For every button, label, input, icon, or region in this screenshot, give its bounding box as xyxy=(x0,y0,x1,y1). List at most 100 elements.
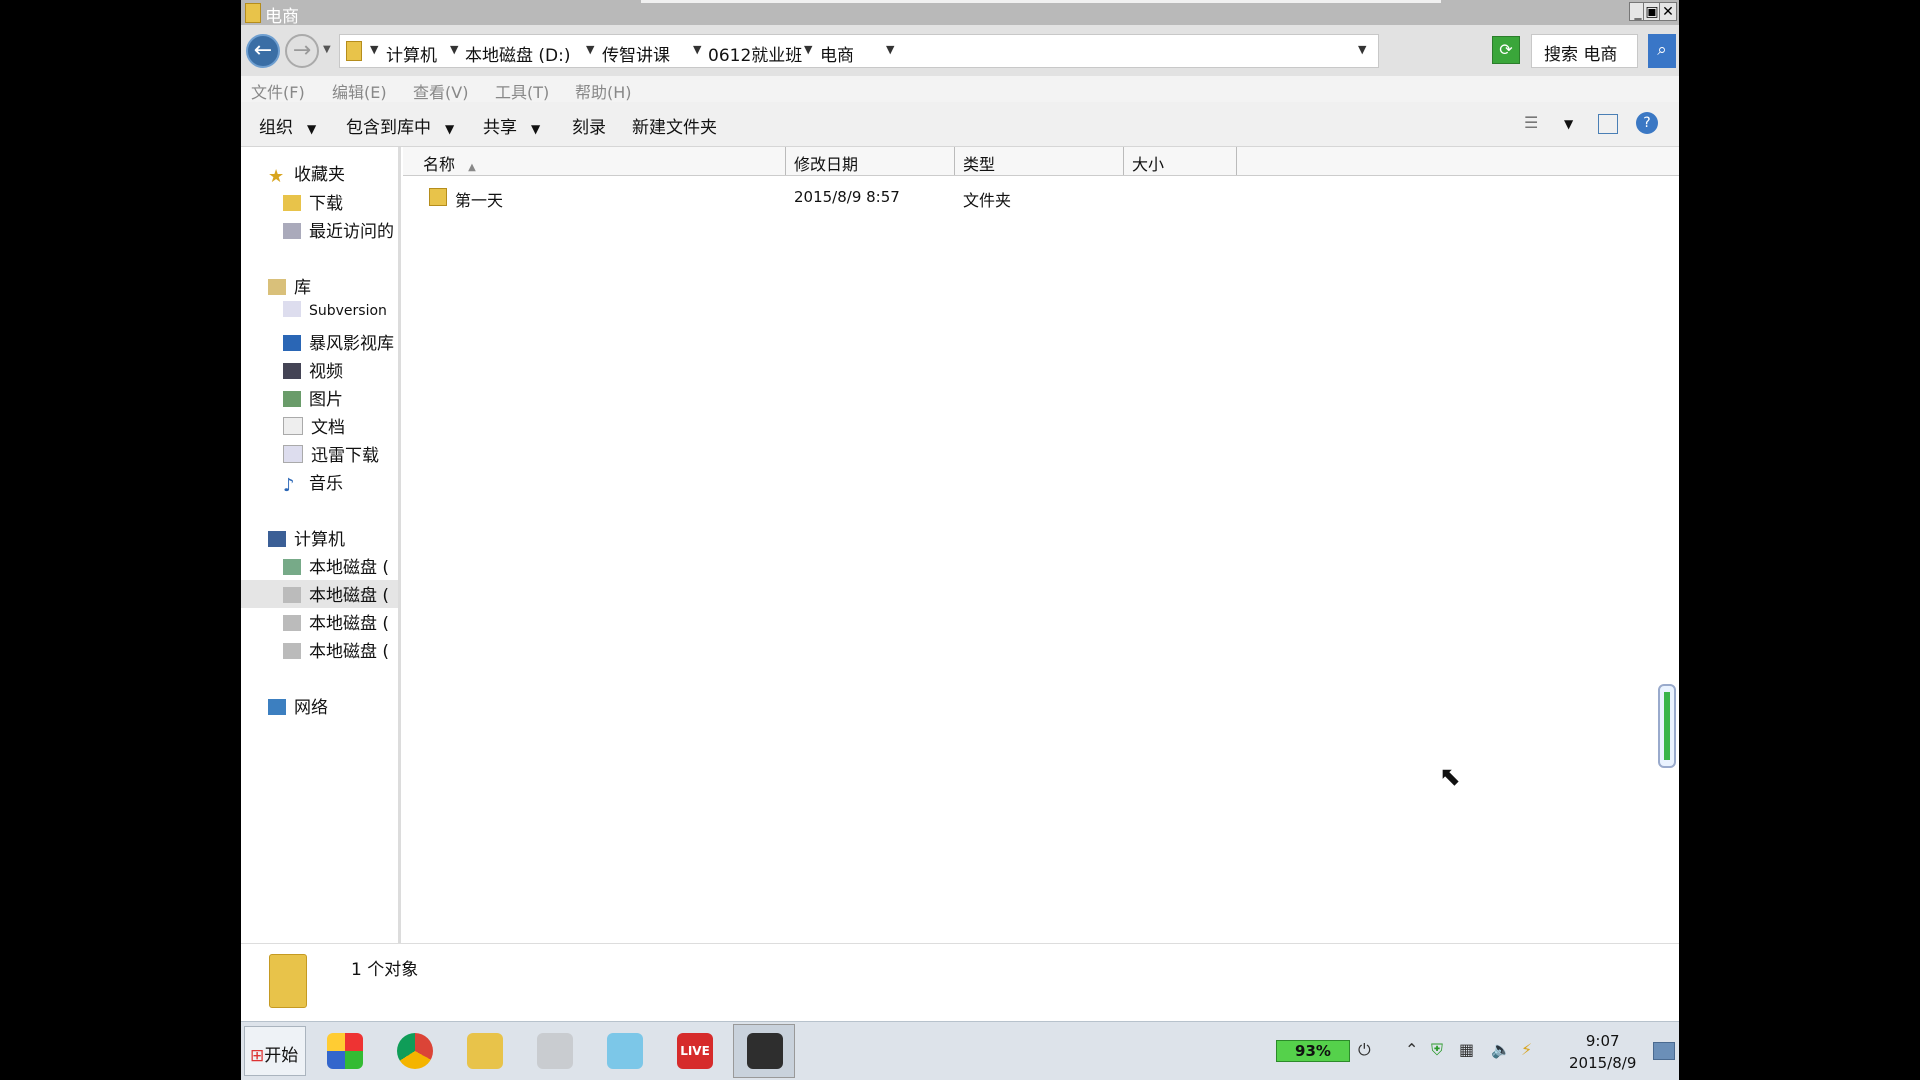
view-options-icon[interactable]: ☰ xyxy=(1524,113,1538,132)
nav-item-xunlei[interactable]: 迅雷下载 xyxy=(283,441,379,466)
close-button[interactable]: ✕ xyxy=(1659,2,1677,21)
window-title: 电商 xyxy=(265,7,299,27)
preview-pane-icon[interactable] xyxy=(1598,114,1618,134)
nav-network[interactable]: 网络 xyxy=(268,693,328,718)
music-note-icon: ♪ xyxy=(283,475,295,496)
column-size[interactable]: 大小 xyxy=(1124,147,1237,175)
library-icon xyxy=(268,279,286,295)
network-tray-icon[interactable]: ▦ xyxy=(1459,1040,1474,1059)
column-modified[interactable]: 修改日期 xyxy=(786,147,955,175)
download-tray-icon[interactable]: ⚡ xyxy=(1521,1040,1532,1059)
menu-bar: 文件(F) 编辑(E) 查看(V) 工具(T) 帮助(H) xyxy=(241,76,1679,102)
nav-item-baofeng[interactable]: 暴风影视库 xyxy=(283,329,394,354)
document-library-icon xyxy=(283,301,301,317)
column-name[interactable]: 名称 ▲ xyxy=(403,147,786,175)
nav-label: 网络 xyxy=(294,698,328,718)
battery-level[interactable]: 93% xyxy=(1276,1040,1350,1062)
show-hidden-icons-icon[interactable]: ⌃ xyxy=(1405,1040,1418,1059)
taskbar: ⊞开始 LIVE 93% ⏻ ⌃ ⛨ ▦ 🔈 ⚡ 9:07 2015/8/9 xyxy=(241,1021,1679,1080)
nav-item-downloads[interactable]: 下载 xyxy=(283,189,343,214)
chevron-down-icon[interactable]: ▼ xyxy=(370,43,378,56)
chevron-down-icon[interactable]: ▼ xyxy=(804,43,812,56)
menu-file[interactable]: 文件(F) xyxy=(251,79,305,103)
nav-item-pictures[interactable]: 图片 xyxy=(283,385,343,410)
chevron-down-icon[interactable]: ▼ xyxy=(693,43,701,56)
breadcrumb-chuanzhi[interactable]: 传智讲课 xyxy=(602,41,670,66)
system-clock[interactable]: 9:07 2015/8/9 xyxy=(1569,1030,1636,1074)
refresh-button[interactable]: ⟳ xyxy=(1492,36,1520,64)
nav-label: 图片 xyxy=(309,390,343,410)
view-dropdown-icon[interactable]: ▼ xyxy=(1564,117,1573,131)
nav-item-recent[interactable]: 最近访问的 xyxy=(283,217,394,242)
chevron-down-icon[interactable]: ▼ xyxy=(886,43,894,56)
nav-label: 音乐 xyxy=(309,474,343,494)
nav-favorites[interactable]: ★ 收藏夹 xyxy=(268,160,345,187)
back-button[interactable]: ← xyxy=(246,34,280,68)
chevron-down-icon[interactable]: ▼ xyxy=(450,43,458,56)
nav-libraries[interactable]: 库 xyxy=(268,273,311,298)
file-name: 第一天 xyxy=(455,191,504,210)
shield-icon[interactable]: ⛨ xyxy=(1431,1040,1443,1060)
nav-label: 最近访问的 xyxy=(309,222,394,242)
nav-item-documents[interactable]: 文档 xyxy=(283,413,345,438)
nav-item-drive-c[interactable]: 本地磁盘 ( xyxy=(283,553,389,578)
system-drive-icon xyxy=(283,559,301,575)
taskbar-app-chrome[interactable] xyxy=(383,1024,445,1078)
share-button[interactable]: 共享 ▼ xyxy=(483,113,540,138)
include-in-library-button[interactable]: 包含到库中 ▼ xyxy=(346,113,454,138)
chevron-down-icon[interactable]: ▼ xyxy=(586,43,594,56)
volume-icon[interactable]: 🔈 xyxy=(1491,1040,1511,1059)
table-row[interactable]: 第一天 2015/8/9 8:57 文件夹 xyxy=(403,185,1679,211)
nav-item-subversion[interactable]: Subversion xyxy=(283,301,387,319)
taskbar-app-tools[interactable] xyxy=(523,1024,585,1078)
recent-places-icon xyxy=(283,223,301,239)
file-type: 文件夹 xyxy=(963,191,1012,210)
forward-button[interactable]: → xyxy=(285,34,319,68)
organize-button[interactable]: 组织 ▼ xyxy=(259,113,316,138)
nav-item-drive-e[interactable]: 本地磁盘 ( xyxy=(283,609,389,634)
side-slider[interactable] xyxy=(1658,684,1676,768)
folder-icon xyxy=(429,188,447,206)
taskbar-app-explorer[interactable] xyxy=(453,1024,515,1078)
nav-computer[interactable]: 计算机 xyxy=(268,525,345,550)
search-input[interactable]: 搜索 电商 xyxy=(1531,34,1638,68)
picture-icon xyxy=(283,391,301,407)
new-folder-button[interactable]: 新建文件夹 xyxy=(632,113,717,138)
search-icon[interactable]: ⌕ xyxy=(1648,34,1676,68)
taskbar-app-handshake[interactable] xyxy=(593,1024,655,1078)
nav-item-videos[interactable]: 视频 xyxy=(283,357,343,382)
nav-label: 库 xyxy=(294,278,311,298)
nav-label: 视频 xyxy=(309,362,343,382)
column-header-row: 名称 ▲ 修改日期 类型 大小 xyxy=(403,147,1679,176)
nav-label: 本地磁盘 ( xyxy=(309,558,390,578)
nav-item-drive-d[interactable]: 本地磁盘 ( xyxy=(241,580,398,608)
menu-help[interactable]: 帮助(H) xyxy=(575,79,632,103)
menu-tools[interactable]: 工具(T) xyxy=(495,79,549,103)
start-button[interactable]: ⊞开始 xyxy=(244,1026,306,1076)
column-type[interactable]: 类型 xyxy=(955,147,1124,175)
nav-label: Subversion xyxy=(309,303,387,319)
breadcrumb-current[interactable]: 电商 xyxy=(820,41,854,66)
nav-label: 文档 xyxy=(311,418,345,438)
item-count: 1 个对象 xyxy=(351,960,419,980)
burn-button[interactable]: 刻录 xyxy=(572,113,606,138)
nav-item-drive-f[interactable]: 本地磁盘 ( xyxy=(283,637,389,662)
nav-item-music[interactable]: ♪ 音乐 xyxy=(283,469,343,496)
address-history-dropdown-icon[interactable]: ▼ xyxy=(1358,43,1366,56)
menu-edit[interactable]: 编辑(E) xyxy=(332,79,387,103)
recent-pages-dropdown-icon[interactable]: ▼ xyxy=(323,44,331,55)
power-plug-icon[interactable]: ⏻ xyxy=(1358,1040,1371,1060)
taskbar-app-os[interactable] xyxy=(313,1024,375,1078)
title-bar[interactable]: 电商 _ ▣ ✕ xyxy=(241,0,1679,27)
breadcrumb-class[interactable]: 0612就业班 xyxy=(708,41,802,66)
taskbar-app-camcorder[interactable] xyxy=(733,1024,795,1078)
help-icon[interactable]: ? xyxy=(1636,112,1658,134)
nav-label: 本地磁盘 ( xyxy=(309,586,390,606)
breadcrumb-drive-d[interactable]: 本地磁盘 (D:) xyxy=(465,41,571,66)
taskbar-app-live[interactable]: LIVE xyxy=(663,1024,725,1078)
show-desktop-button[interactable] xyxy=(1653,1042,1675,1060)
breadcrumb-computer[interactable]: 计算机 xyxy=(386,41,437,66)
address-bar[interactable]: ▼ 计算机 ▼ 本地磁盘 (D:) ▼ 传智讲课 ▼ 0612就业班 ▼ 电商 … xyxy=(339,34,1379,68)
menu-view[interactable]: 查看(V) xyxy=(413,79,468,103)
file-modified: 2015/8/9 8:57 xyxy=(794,188,900,206)
